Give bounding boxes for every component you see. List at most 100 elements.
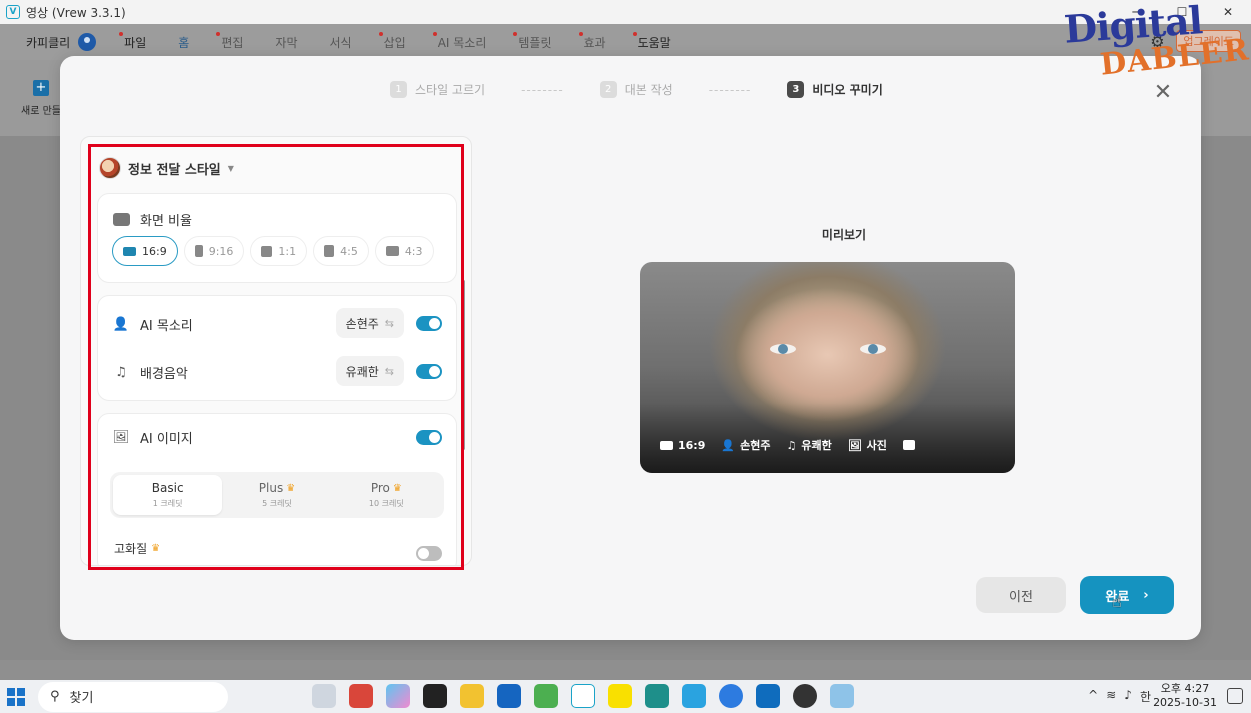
menu-help[interactable]: 도움말: [632, 31, 671, 51]
ai-image-card: 🖼 AI 이미지 Basic 1 크레딧 Plus ♛ 5 크레딧 Pro ♛ 10…: [97, 413, 457, 565]
hand-cursor-icon: ☝: [1112, 592, 1122, 611]
screen-icon: [112, 212, 130, 228]
close-icon[interactable]: ✕: [1151, 80, 1175, 105]
menu-effects[interactable]: 효과: [578, 31, 606, 51]
tier-cost: 10 크레딧: [368, 499, 404, 508]
copilot-icon[interactable]: [386, 684, 410, 708]
menu-format[interactable]: 서식: [330, 34, 352, 51]
screen-icon: [660, 440, 673, 450]
voice-select-button[interactable]: 손현주 ⇆: [335, 308, 404, 338]
window-title: 영상 (Vrew 3.3.1): [26, 5, 126, 20]
app-icon-monitor[interactable]: [756, 684, 780, 708]
crown-icon: ♛: [151, 543, 161, 554]
chevron-right-icon: ›: [1143, 587, 1149, 603]
image-translate-icon: 🖼: [112, 430, 130, 445]
app-icon-red[interactable]: [349, 684, 373, 708]
outlook-icon[interactable]: [497, 684, 521, 708]
ai-image-toggle[interactable]: [416, 430, 442, 445]
menu-insert[interactable]: 삽입: [378, 31, 406, 51]
step-decorate: 3 비디오 꾸미기: [787, 81, 883, 98]
music-label: 배경음악: [140, 367, 188, 382]
preview-title: 미리보기: [821, 228, 867, 242]
app-statusbar: [0, 660, 1251, 680]
music-note-icon: ♫: [115, 365, 127, 380]
music-select-button[interactable]: 유쾌한 ⇆: [335, 356, 404, 386]
windows-taskbar: ⚲ 찾기 ^ ≋ ♪ 한 오후 4:27 2025-10-31: [0, 680, 1251, 713]
music-toggle[interactable]: [416, 364, 442, 379]
ratio-4-3[interactable]: 4:3: [374, 236, 434, 266]
ratio-label: 16:9: [142, 244, 167, 258]
play-icon[interactable]: [902, 437, 915, 453]
portrait-icon: [324, 245, 335, 257]
file-explorer-icon[interactable]: [460, 684, 484, 708]
step-script: 2 대본 작성: [599, 81, 673, 98]
volume-icon[interactable]: ♪: [1124, 688, 1132, 705]
swap-icon: ⇆: [384, 316, 394, 330]
ai-voice-label: AI 목소리: [140, 319, 193, 334]
menu-edit[interactable]: 편집: [216, 31, 243, 51]
swap-icon: ⇆: [384, 364, 394, 378]
ai-voice-row: 👤 AI 목소리: [112, 315, 193, 334]
app-icon-dark[interactable]: [793, 684, 817, 708]
ai-image-row: 🖼 AI 이미지: [112, 428, 193, 447]
hq-toggle[interactable]: [416, 546, 442, 561]
ratio-label: 1:1: [278, 244, 297, 258]
menu-ai-voice[interactable]: AI 목소리: [432, 31, 486, 51]
hq-label: 고화질: [114, 542, 148, 556]
ai-voice-toggle[interactable]: [416, 316, 442, 331]
ratio-1-1[interactable]: 1:1: [250, 236, 308, 266]
notification-icon[interactable]: [1227, 688, 1243, 704]
avatar[interactable]: [78, 33, 97, 51]
chevron-up-icon[interactable]: ^: [1088, 688, 1098, 705]
edge-icon[interactable]: [682, 684, 706, 708]
menu-home[interactable]: 홈: [178, 34, 189, 51]
chrome-icon[interactable]: [534, 684, 558, 708]
music-note-icon: ♫: [786, 438, 797, 452]
menu-template[interactable]: 템플릿: [513, 31, 552, 51]
app-icon-light[interactable]: [830, 684, 854, 708]
style-name: 정보 전달 스타일: [128, 162, 221, 178]
prev-button[interactable]: 이전: [976, 577, 1066, 613]
step-separator: --------: [708, 82, 752, 97]
panel-scrollbar[interactable]: [462, 280, 465, 450]
tier-cost: 5 크레딧: [262, 499, 292, 508]
taskbar-apps: [312, 684, 854, 708]
kakaotalk-icon[interactable]: [608, 684, 632, 708]
new-project-button[interactable]: + 새로 만들: [18, 80, 64, 117]
windows-start-icon[interactable]: [4, 685, 28, 709]
step-label: 비디오 꾸미기: [812, 83, 883, 97]
vrew-icon[interactable]: [571, 684, 595, 708]
preview-video[interactable]: 16:9 👤 손현주 ♫ 유쾌한 🖼 사진: [640, 262, 1015, 473]
clock-date: 2025-10-31: [1153, 696, 1217, 709]
step-number: 3: [787, 81, 805, 98]
taskbar-search[interactable]: ⚲ 찾기: [38, 681, 228, 712]
ratio-9-16[interactable]: 9:16: [183, 236, 245, 266]
wifi-icon[interactable]: ≋: [1106, 688, 1116, 705]
landscape-icon: [385, 246, 399, 256]
search-icon: ⚲: [50, 689, 60, 704]
ime-indicator[interactable]: 한: [1140, 688, 1151, 705]
ratio-4-5[interactable]: 4:5: [313, 236, 369, 266]
speaker-person-icon: 👤: [721, 438, 736, 452]
task-view-icon[interactable]: [312, 684, 336, 708]
menu-subtitle[interactable]: 자막: [275, 34, 297, 51]
preview-face: [770, 344, 886, 354]
app-icon-teal[interactable]: [645, 684, 669, 708]
app-icon-blue[interactable]: [719, 684, 743, 708]
menu-file[interactable]: 파일: [119, 31, 146, 51]
user-menu[interactable]: 카피클리: [26, 33, 97, 51]
tag-music: ♫ 유쾌한: [786, 438, 832, 453]
search-placeholder: 찾기: [69, 691, 94, 706]
done-button[interactable]: 완료 ›: [1080, 576, 1174, 614]
ratio-16-9[interactable]: 16:9: [112, 236, 178, 266]
style-selector[interactable]: 정보 전달 스타일 ▼: [99, 157, 234, 179]
notion-icon[interactable]: [423, 684, 447, 708]
image-tier-selector: Basic 1 크레딧 Plus ♛ 5 크레딧 Pro ♛ 10 크레딧: [110, 472, 444, 518]
taskbar-clock[interactable]: 오후 4:27 2025-10-31: [1153, 682, 1217, 710]
tier-basic[interactable]: Basic 1 크레딧: [113, 475, 223, 515]
tag-ratio: 16:9: [660, 437, 705, 453]
vrew-app-icon: V: [6, 5, 20, 19]
step-label: 스타일 고르기: [415, 83, 486, 97]
tier-plus[interactable]: Plus ♛ 5 크레딧: [222, 475, 331, 515]
tier-pro[interactable]: Pro ♛ 10 크레딧: [332, 475, 441, 515]
